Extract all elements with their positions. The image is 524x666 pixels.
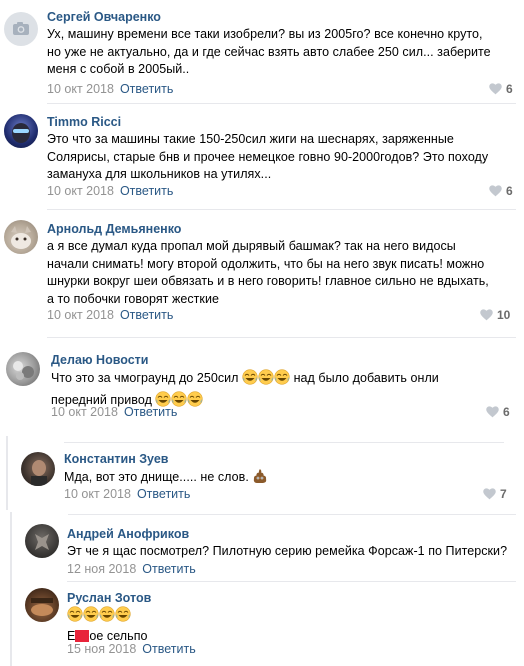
laughing-emoji-icon bbox=[67, 606, 131, 628]
like-count: 10 bbox=[497, 308, 511, 322]
reply-comment: Константин Зуев Мда, вот это днище..... … bbox=[0, 440, 524, 512]
avatar-photo bbox=[31, 598, 53, 616]
avatar[interactable] bbox=[4, 114, 38, 148]
redaction-mark bbox=[75, 629, 90, 642]
reply-button[interactable]: Ответить bbox=[142, 642, 195, 656]
like-button[interactable]: 7 bbox=[483, 487, 507, 501]
avatar[interactable] bbox=[25, 524, 59, 558]
comment-meta: 10 окт 2018 Ответить bbox=[64, 487, 190, 501]
comment-author[interactable]: Арнольд Демьяненко bbox=[47, 222, 181, 236]
comment: Сергей Овчаренко Ух, машину времени все … bbox=[0, 0, 524, 104]
comment-author[interactable]: Руслан Зотов bbox=[67, 591, 151, 605]
laughing-emoji-icon bbox=[242, 369, 290, 391]
reply-comment: Андрей Анофриков Эт че я щас посмотрел? … bbox=[0, 514, 524, 580]
reply-button[interactable]: Ответить bbox=[142, 562, 195, 576]
comment-meta: 10 окт 2018 Ответить bbox=[47, 184, 173, 198]
heart-icon bbox=[480, 309, 493, 321]
comment-author[interactable]: Делаю Новости bbox=[51, 353, 148, 367]
comment-date[interactable]: 10 окт 2018 bbox=[64, 487, 131, 501]
comment-date[interactable]: 10 окт 2018 bbox=[47, 308, 114, 322]
avatar-photo bbox=[12, 123, 30, 143]
comment-text: Еое сельпо bbox=[67, 606, 148, 645]
comment-text: Это что за машины такие 150-250сил жиги … bbox=[47, 132, 489, 181]
comment-author[interactable]: Timmo Ricci bbox=[47, 115, 121, 129]
comment-date[interactable]: 12 ноя 2018 bbox=[67, 562, 136, 576]
like-count: 6 bbox=[503, 405, 510, 419]
avatar[interactable] bbox=[4, 12, 38, 46]
comment-date[interactable]: 10 окт 2018 bbox=[47, 82, 114, 96]
separator bbox=[68, 514, 516, 515]
separator bbox=[67, 581, 516, 582]
avatar-photo bbox=[11, 226, 31, 249]
heart-icon bbox=[483, 488, 496, 500]
comment-meta: 12 ноя 2018 Ответить bbox=[67, 562, 196, 576]
comment-author[interactable]: Константин Зуев bbox=[64, 452, 168, 466]
reply-button[interactable]: Ответить bbox=[120, 184, 173, 198]
poop-emoji-icon bbox=[252, 468, 268, 490]
avatar[interactable] bbox=[21, 452, 55, 486]
camera-icon bbox=[13, 22, 29, 35]
avatar-photo bbox=[35, 534, 49, 550]
comment-text: Эт че я щас посмотрел? Пилотную серию ре… bbox=[67, 544, 508, 558]
comment-date[interactable]: 10 окт 2018 bbox=[47, 184, 114, 198]
reply-button[interactable]: Ответить bbox=[124, 405, 177, 419]
comment: Арнольд Демьяненко а я все думал куда пр… bbox=[0, 210, 524, 338]
heart-icon bbox=[489, 185, 502, 197]
comment-meta: 10 окт 2018 Ответить bbox=[51, 405, 177, 419]
comment-text: а я все думал куда пропал мой дырявый ба… bbox=[47, 239, 489, 306]
like-count: 7 bbox=[500, 487, 507, 501]
avatar-photo bbox=[31, 460, 47, 486]
like-button[interactable]: 6 bbox=[489, 82, 513, 96]
reply-button[interactable]: Ответить bbox=[120, 82, 173, 96]
comment-author[interactable]: Андрей Анофриков bbox=[67, 527, 189, 541]
like-button[interactable]: 6 bbox=[486, 405, 510, 419]
comment: Делаю Новости Что это за чмограунд до 25… bbox=[0, 338, 524, 432]
avatar-photo bbox=[13, 361, 34, 380]
comment-meta: 10 окт 2018 Ответить bbox=[47, 82, 173, 96]
avatar[interactable] bbox=[6, 352, 40, 386]
reply-button[interactable]: Ответить bbox=[120, 308, 173, 322]
reply-comment: Руслан Зотов Еое сельпо 15 ноя 2018 Ответ… bbox=[0, 580, 524, 666]
heart-icon bbox=[486, 406, 499, 418]
comment-date[interactable]: 15 ноя 2018 bbox=[67, 642, 136, 656]
separator bbox=[64, 442, 504, 443]
comment-meta: 10 окт 2018 Ответить bbox=[47, 308, 173, 322]
like-button[interactable]: 10 bbox=[480, 308, 510, 322]
comment-text: Ух, машину времени все таки изобрели? вы… bbox=[47, 27, 491, 76]
heart-icon bbox=[489, 83, 502, 95]
reply-button[interactable]: Ответить bbox=[137, 487, 190, 501]
comment: Timmo Ricci Это что за машины такие 150-… bbox=[0, 104, 524, 210]
avatar[interactable] bbox=[4, 220, 38, 254]
like-button[interactable]: 6 bbox=[489, 184, 513, 198]
like-count: 6 bbox=[506, 82, 513, 96]
avatar[interactable] bbox=[25, 588, 59, 622]
comment-date[interactable]: 10 окт 2018 bbox=[51, 405, 118, 419]
comment-meta: 15 ноя 2018 Ответить bbox=[67, 642, 196, 656]
comment-author[interactable]: Сергей Овчаренко bbox=[47, 10, 161, 24]
like-count: 6 bbox=[506, 184, 513, 198]
